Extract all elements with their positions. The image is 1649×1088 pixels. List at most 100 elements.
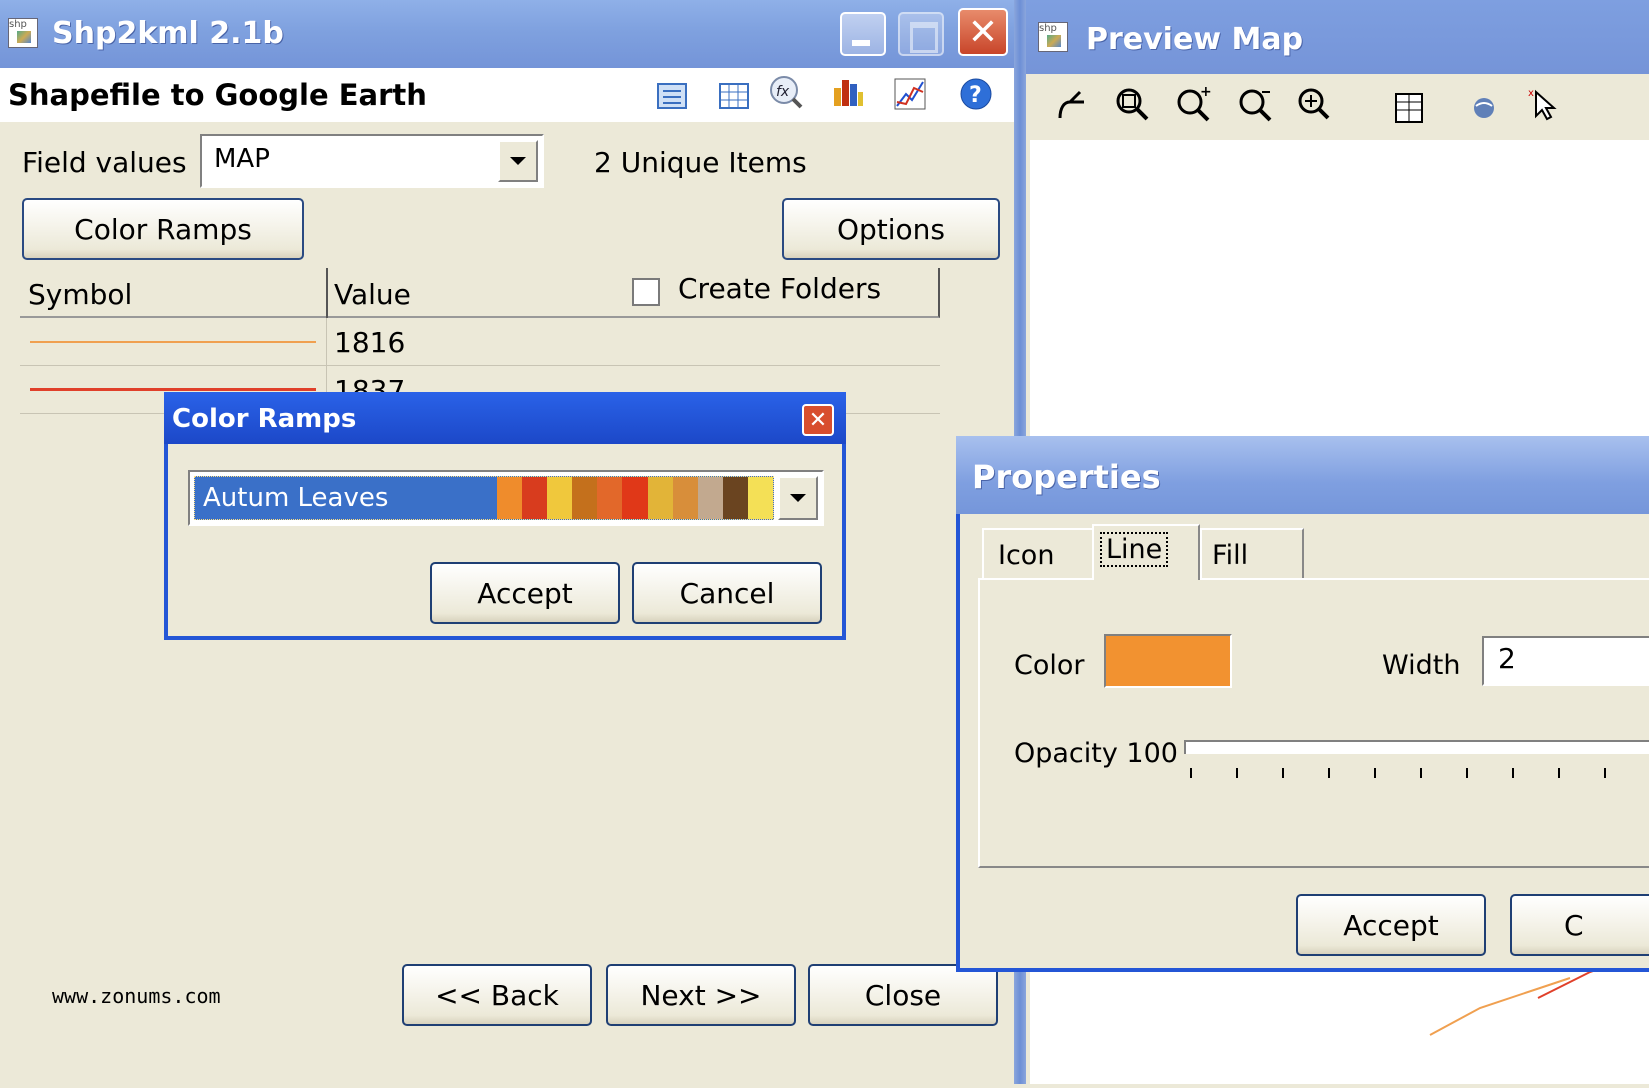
table-header: Symbol Value Create Folders	[20, 268, 940, 318]
properties-accept-button[interactable]: Accept	[1296, 894, 1486, 956]
ramp-swatch	[572, 477, 598, 519]
select-pointer-icon[interactable]: x	[1526, 86, 1562, 122]
width-value: 2	[1498, 642, 1516, 675]
width-input[interactable]: 2	[1482, 636, 1649, 686]
ramp-swatch	[647, 477, 674, 519]
header-divider	[326, 268, 328, 318]
color-ramp-select[interactable]: Autum Leaves	[188, 470, 824, 526]
options-button[interactable]: Options	[782, 198, 1000, 260]
tab-icon[interactable]: Icon	[982, 528, 1094, 578]
main-window-titlebar[interactable]: shp Shp2kml 2.1b ✕	[0, 0, 1018, 68]
ramp-swatch	[672, 477, 699, 519]
header-symbol: Symbol	[28, 278, 133, 311]
symbol-line-swatch	[30, 388, 316, 391]
table-row[interactable]: 1816	[20, 318, 940, 366]
app-subtitle: Shapefile to Google Earth	[8, 78, 427, 112]
preview-window-titlebar[interactable]: shp Preview Map	[1026, 0, 1649, 74]
form-view-icon[interactable]	[654, 78, 690, 114]
zoom-in-icon[interactable]: +	[1176, 84, 1212, 122]
color-ramp-name: Autum Leaves	[203, 483, 389, 513]
slider-tick	[1236, 768, 1238, 778]
field-values-dropdown-button[interactable]	[498, 140, 538, 182]
layers-icon[interactable]	[1392, 90, 1428, 126]
color-label: Color	[1014, 650, 1085, 681]
properties-dialog: Properties Icon Line Fill Color Width 2 …	[956, 436, 1649, 972]
footer-website[interactable]: www.zonums.com	[52, 984, 221, 1008]
slider-tick	[1420, 768, 1422, 778]
chevron-down-icon	[790, 494, 806, 502]
zoom-full-icon[interactable]	[1296, 86, 1332, 122]
back-button[interactable]: << Back	[402, 964, 592, 1026]
opacity-slider-ticks	[1184, 768, 1649, 780]
preview-app-icon: shp	[1038, 22, 1068, 52]
color-ramps-close-button[interactable]: ✕	[802, 404, 834, 436]
function-icon[interactable]: fx	[768, 74, 804, 110]
maximize-icon	[910, 22, 938, 53]
field-values-select[interactable]: MAP	[200, 134, 544, 188]
bar-chart-icon[interactable]	[830, 74, 866, 110]
minimize-button[interactable]	[840, 12, 886, 56]
zoom-extent-icon[interactable]	[1114, 86, 1150, 122]
app-icon: shp	[8, 18, 38, 48]
ramp-swatch	[622, 477, 649, 519]
opacity-slider[interactable]	[1184, 740, 1649, 790]
field-values-selected: MAP	[214, 144, 270, 174]
color-ramps-accept-button[interactable]: Accept	[430, 562, 620, 624]
slider-tick	[1190, 768, 1192, 778]
color-ramp-swatches	[497, 477, 774, 519]
close-icon: ✕	[967, 11, 999, 53]
tab-line[interactable]: Line	[1092, 524, 1200, 580]
preview-toolbar: + x	[1026, 74, 1649, 140]
next-button[interactable]: Next >>	[606, 964, 796, 1026]
color-ramps-title: Color Ramps	[172, 404, 357, 434]
create-folders-checkbox[interactable]	[632, 278, 660, 306]
svg-text:+: +	[1200, 86, 1212, 100]
color-ramp-highlight: Autum Leaves	[194, 476, 774, 520]
close-window-button[interactable]: ✕	[958, 8, 1008, 56]
tab-fill-label: Fill	[1212, 540, 1249, 571]
ramp-swatch	[747, 477, 774, 519]
properties-cancel-button[interactable]: C	[1510, 894, 1649, 956]
zoom-out-icon[interactable]	[1238, 86, 1274, 122]
svg-text:?: ?	[969, 83, 982, 108]
ramp-swatch	[697, 477, 724, 519]
row-value: 1816	[334, 326, 406, 359]
slider-tick	[1558, 768, 1560, 778]
preview-window-title: Preview Map	[1086, 22, 1304, 57]
tab-panel: Color Width 2 Opacity 100	[978, 578, 1649, 868]
pan-icon[interactable]	[1054, 88, 1090, 124]
chevron-down-icon	[510, 157, 526, 165]
tab-icon-label: Icon	[998, 540, 1055, 571]
opacity-slider-track	[1184, 740, 1649, 754]
opacity-label: Opacity 100	[1014, 738, 1178, 769]
unique-items-count: 2 Unique Items	[594, 146, 807, 179]
color-ramps-dialog: Color Ramps ✕ Autum Leaves Accept Cancel	[164, 392, 846, 640]
table-view-icon[interactable]	[716, 78, 752, 114]
tab-fill[interactable]: Fill	[1200, 528, 1304, 578]
main-header: Shapefile to Google Earth fx ?	[0, 68, 1018, 122]
main-window-title: Shp2kml 2.1b	[52, 16, 284, 51]
minimize-icon	[852, 40, 870, 46]
maximize-button[interactable]	[898, 12, 944, 56]
slider-tick	[1512, 768, 1514, 778]
color-ramp-dropdown-button[interactable]	[778, 476, 818, 520]
slider-tick	[1466, 768, 1468, 778]
globe-icon[interactable]	[1466, 90, 1502, 126]
color-ramps-button[interactable]: Color Ramps	[22, 198, 304, 260]
create-folders-label: Create Folders	[678, 272, 882, 305]
close-button[interactable]: Close	[808, 964, 998, 1026]
symbol-line-swatch	[30, 341, 316, 343]
help-icon[interactable]: ?	[958, 76, 994, 112]
ramp-swatch	[522, 477, 548, 519]
line-color-swatch[interactable]	[1104, 634, 1232, 688]
color-ramps-titlebar[interactable]: Color Ramps ✕	[164, 392, 846, 444]
properties-titlebar[interactable]: Properties	[956, 436, 1649, 514]
color-ramps-cancel-button[interactable]: Cancel	[632, 562, 822, 624]
slider-tick	[1282, 768, 1284, 778]
close-icon: ✕	[808, 407, 828, 433]
svg-text:fx: fx	[776, 84, 790, 100]
line-chart-icon[interactable]	[892, 76, 928, 112]
tab-line-label: Line	[1100, 532, 1169, 567]
field-values-label: Field values	[22, 146, 187, 179]
slider-tick	[1374, 768, 1376, 778]
